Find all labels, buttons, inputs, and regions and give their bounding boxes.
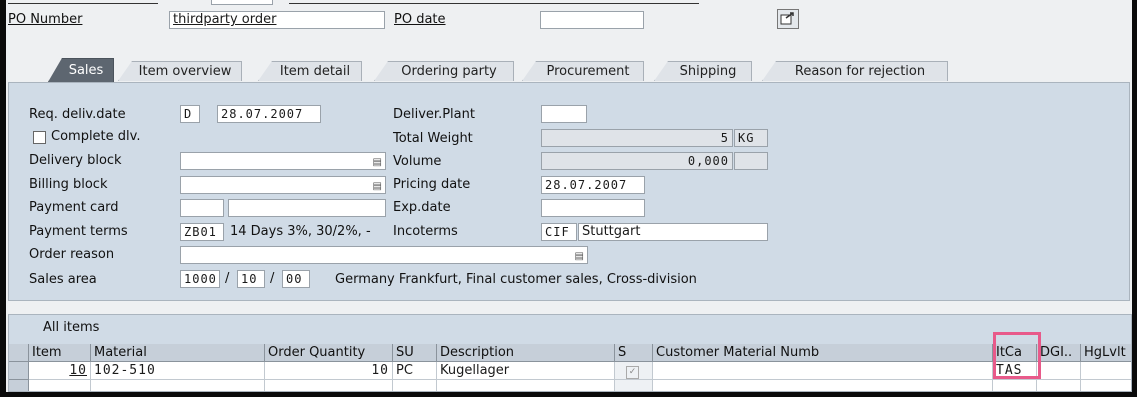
cell-material[interactable]: 102-510 xyxy=(91,362,265,380)
po-number-value: thirdparty order xyxy=(173,12,277,27)
tab-ordering-party[interactable]: Ordering party xyxy=(374,61,514,81)
payment-terms-label: Payment terms xyxy=(29,224,128,239)
pricing-date-label: Pricing date xyxy=(393,177,471,192)
tab-procurement[interactable]: Procurement xyxy=(522,61,644,81)
tab-sales[interactable]: Sales xyxy=(48,58,114,82)
all-items-table: All items Item Material Order Quantity S… xyxy=(8,314,1132,392)
cell-order-quantity[interactable] xyxy=(265,380,393,391)
partially-visible-row xyxy=(6,0,706,5)
payment-terms-field[interactable]: ZB01 xyxy=(180,223,224,241)
payment-terms-text: 14 Days 3%, 30/2%, - xyxy=(230,224,371,239)
cell-item[interactable]: 10 xyxy=(29,362,91,380)
complete-dlv-checkbox[interactable] xyxy=(33,131,46,144)
itca-highlight-box xyxy=(993,332,1041,379)
payment-card-number-field[interactable] xyxy=(228,199,386,217)
cell-dgi[interactable] xyxy=(1037,362,1081,380)
volume-field: 0,000 xyxy=(541,152,733,170)
division-field[interactable]: 00 xyxy=(282,270,310,288)
column-header-customer-material[interactable]: Customer Material Numb xyxy=(653,344,993,362)
payment-card-label: Payment card xyxy=(29,200,119,215)
order-reason-field[interactable]: ▤ xyxy=(180,246,588,264)
sales-tab-panel: Req. deliv.date D 28.07.2007 Complete dl… xyxy=(8,82,1130,301)
deliver-plant-label: Deliver.Plant xyxy=(393,107,475,122)
cell-order-quantity[interactable]: 10 xyxy=(265,362,393,380)
sales-org-field[interactable]: 1000 xyxy=(180,270,220,288)
cell-hglvlt[interactable] xyxy=(1081,380,1131,391)
order-reason-label: Order reason xyxy=(29,247,115,262)
delivery-block-label: Delivery block xyxy=(29,153,122,168)
po-number-label: PO Number xyxy=(8,12,83,27)
cell-customer-material[interactable] xyxy=(653,380,993,391)
total-weight-label: Total Weight xyxy=(393,131,473,146)
po-date-label: PO date xyxy=(394,12,446,27)
sales-area-label: Sales area xyxy=(29,272,97,287)
cell-dgi[interactable] xyxy=(1037,380,1081,391)
req-deliv-date-label: Req. deliv.date xyxy=(29,107,126,122)
deliver-plant-field[interactable] xyxy=(541,105,587,123)
all-items-title: All items xyxy=(43,320,100,335)
exp-date-label: Exp.date xyxy=(393,200,451,215)
tab-shipping[interactable]: Shipping xyxy=(654,61,752,81)
volume-label: Volume xyxy=(393,154,442,169)
tab-reason-for-rejection[interactable]: Reason for rejection xyxy=(762,61,948,81)
total-weight-field: 5 xyxy=(541,129,733,147)
payment-card-type-field[interactable] xyxy=(180,199,224,217)
cell-itca[interactable] xyxy=(993,380,1037,391)
po-number-field[interactable]: thirdparty order xyxy=(169,11,385,29)
tab-item-overview[interactable]: Item overview xyxy=(118,61,242,81)
distr-channel-field[interactable]: 10 xyxy=(237,270,265,288)
po-date-field[interactable] xyxy=(540,11,644,29)
cell-s: ✓ xyxy=(615,362,653,380)
cell-customer-material[interactable] xyxy=(653,362,993,380)
column-header-description[interactable]: Description xyxy=(437,344,615,362)
incoterms-label: Incoterms xyxy=(393,224,458,239)
pricing-date-field[interactable]: 28.07.2007 xyxy=(541,176,645,194)
display-document-icon xyxy=(780,12,794,25)
cell-s xyxy=(615,380,653,391)
column-header-s[interactable]: S xyxy=(615,344,653,362)
cell-item[interactable] xyxy=(29,380,91,391)
dropdown-icon[interactable]: ▤ xyxy=(373,155,382,169)
column-header-order-quantity[interactable]: Order Quantity xyxy=(265,344,393,362)
dropdown-icon[interactable]: ▤ xyxy=(373,179,382,193)
req-deliv-date-field[interactable]: 28.07.2007 xyxy=(217,105,321,123)
item-number-link[interactable]: 10 xyxy=(69,363,87,378)
tab-strip: Sales Item overview Item detail Ordering… xyxy=(6,58,1132,82)
billing-block-label: Billing block xyxy=(29,177,108,192)
column-header-su[interactable]: SU xyxy=(393,344,437,362)
volume-unit-field xyxy=(734,152,768,170)
cell-hglvlt[interactable] xyxy=(1081,362,1131,380)
column-header-material[interactable]: Material xyxy=(91,344,265,362)
exp-date-field[interactable] xyxy=(541,199,645,217)
row-select-button[interactable] xyxy=(9,380,29,391)
row-select-button[interactable] xyxy=(9,362,29,380)
display-document-button[interactable] xyxy=(777,9,799,29)
cell-description[interactable] xyxy=(437,380,615,391)
cell-material[interactable] xyxy=(91,380,265,391)
req-deliv-date-format-field[interactable]: D xyxy=(180,105,200,123)
incoterms-place-field[interactable]: Stuttgart xyxy=(578,223,768,241)
delivery-block-field[interactable]: ▤ xyxy=(180,152,386,170)
column-header-dgi[interactable]: DGI.. xyxy=(1037,344,1081,362)
sales-area-separator: / xyxy=(270,271,275,286)
column-header-item[interactable]: Item xyxy=(29,344,91,362)
sales-area-separator: / xyxy=(225,271,230,286)
complete-dlv-label: Complete dlv. xyxy=(51,129,141,144)
column-header-hglvlt[interactable]: HgLvlt xyxy=(1081,344,1131,362)
incoterms-code-field[interactable]: CIF xyxy=(541,223,577,241)
dropdown-icon[interactable]: ▤ xyxy=(575,249,584,263)
sap-sales-order-screen: PO Number thirdparty order PO date Sales… xyxy=(6,0,1132,392)
cell-su[interactable] xyxy=(393,380,437,391)
sales-area-text: Germany Frankfurt, Final customer sales,… xyxy=(335,272,697,287)
billing-block-field[interactable]: ▤ xyxy=(180,176,386,194)
cell-su[interactable]: PC xyxy=(393,362,437,380)
tab-item-detail[interactable]: Item detail xyxy=(258,61,362,81)
select-all-button[interactable] xyxy=(9,344,29,362)
checkmark-icon: ✓ xyxy=(626,366,639,379)
weight-unit-field: KG xyxy=(734,129,768,147)
cell-description[interactable]: Kugellager xyxy=(437,362,615,380)
